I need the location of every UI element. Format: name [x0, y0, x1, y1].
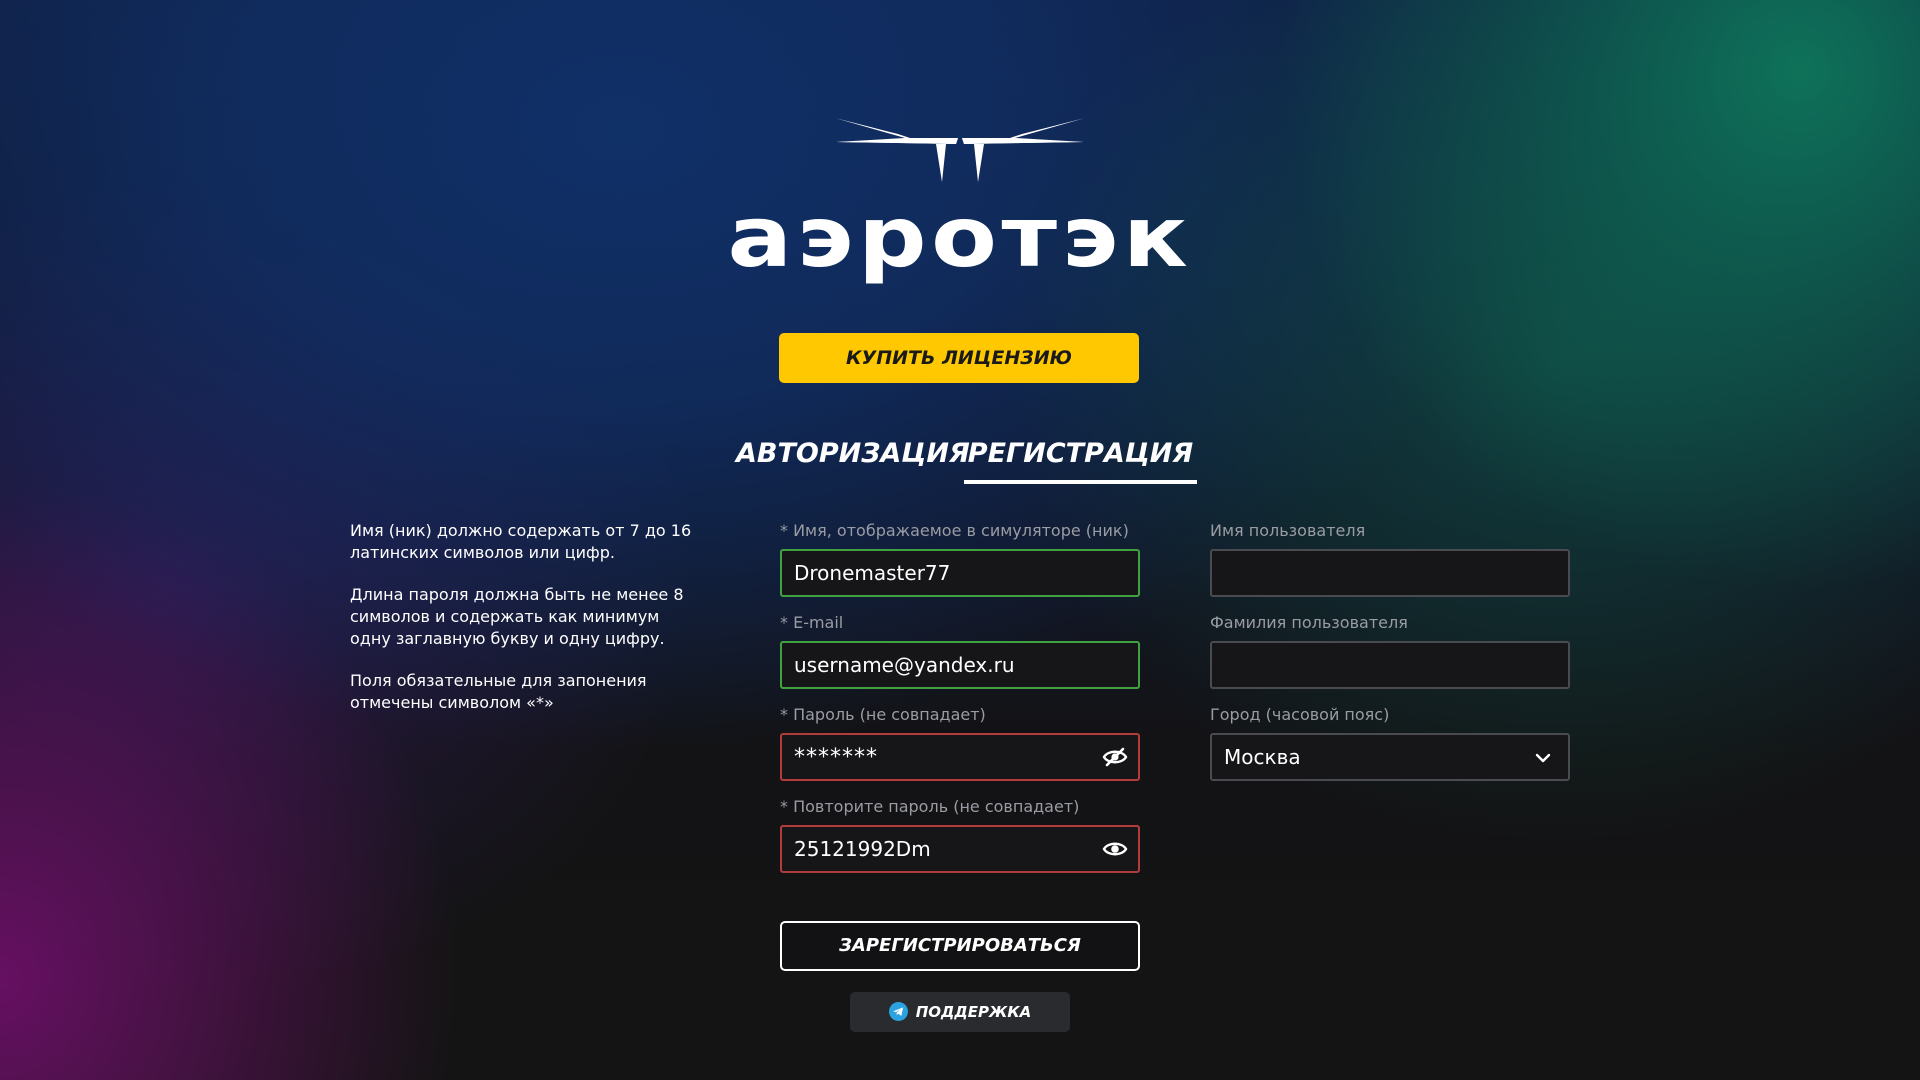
tab-registration[interactable]: РЕГИСТРАЦИЯ: [964, 432, 1197, 484]
email-field[interactable]: username@yandex.ru: [780, 641, 1140, 689]
nick-field-value: Dronemaster77: [794, 561, 951, 585]
hint-nick-rules: Имя (ник) должно содержать от 7 до 16 ла…: [350, 521, 692, 562]
password-field[interactable]: *******: [780, 733, 1140, 781]
eye-icon[interactable]: [1102, 839, 1128, 859]
password-repeat-field-value: 25121992Dm: [794, 837, 931, 861]
chevron-down-icon[interactable]: [1534, 749, 1552, 767]
drone-logo-icon: [835, 118, 1085, 182]
nick-field[interactable]: Dronemaster77: [780, 549, 1140, 597]
last-name-field-label: Фамилия пользователя: [1210, 613, 1408, 632]
logo-wordmark: аэротэк: [727, 188, 1193, 286]
eye-off-icon[interactable]: [1102, 747, 1128, 767]
nick-field-label: * Имя, отображаемое в симуляторе (ник): [780, 521, 1129, 540]
support-button[interactable]: ПОДДЕРЖКА: [850, 992, 1070, 1032]
register-button[interactable]: ЗАРЕГИСТРИРОВАТЬСЯ: [780, 921, 1140, 971]
logo: аэротэк: [720, 110, 1200, 290]
city-select[interactable]: Москва: [1210, 733, 1570, 781]
password-repeat-field[interactable]: 25121992Dm: [780, 825, 1140, 873]
city-field-label: Город (часовой пояс): [1210, 705, 1390, 724]
last-name-field[interactable]: [1210, 641, 1570, 689]
tab-authorization[interactable]: АВТОРИЗАЦИЯ: [736, 432, 970, 484]
hint-required-fields: Поля обязательные для запонения отмечены…: [350, 671, 647, 712]
password-field-value: *******: [794, 745, 878, 770]
first-name-field[interactable]: [1210, 549, 1570, 597]
email-field-label: * E-mail: [780, 613, 844, 632]
email-field-value: username@yandex.ru: [794, 653, 1015, 677]
hint-password-rules: Длина пароля должна быть не менее 8 симв…: [350, 585, 684, 648]
password-field-label: * Пароль (не совпадает): [780, 705, 986, 724]
telegram-icon: [888, 1002, 908, 1021]
first-name-field-label: Имя пользователя: [1210, 521, 1366, 540]
support-button-label: ПОДДЕРЖКА: [915, 1003, 1032, 1021]
password-repeat-field-label: * Повторите пароль (не совпадает): [780, 797, 1080, 816]
city-select-value: Москва: [1224, 745, 1301, 769]
registration-hints: Имя (ник) должно содержать от 7 до 16 ла…: [350, 520, 695, 734]
buy-license-button[interactable]: КУПИТЬ ЛИЦЕНЗИЮ: [779, 333, 1139, 383]
